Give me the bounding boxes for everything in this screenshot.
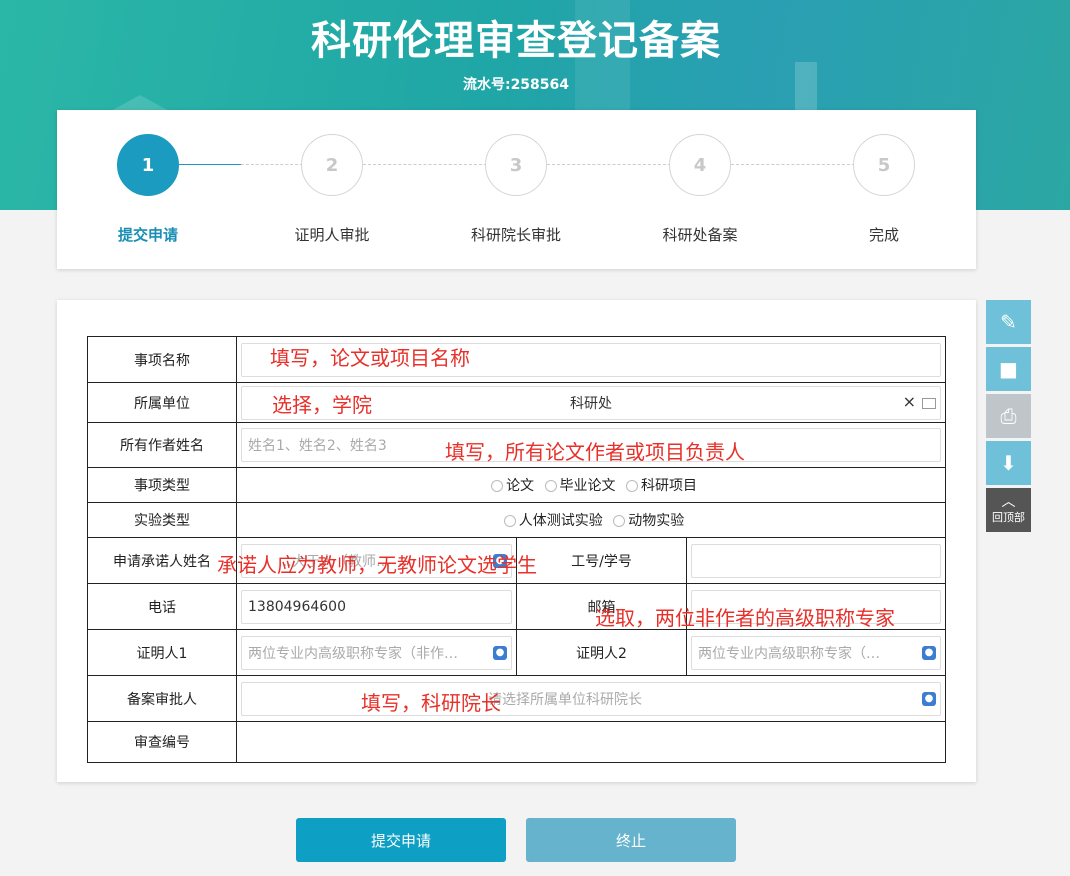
step-5-label: 完成 — [868, 226, 899, 244]
approver-placeholder: 请选择所属单位科研院长 — [488, 691, 642, 708]
item-name-input[interactable] — [241, 342, 942, 377]
applicant-placeholder: …大于人（教师… — [278, 553, 390, 570]
download-icon[interactable]: ⬇ — [986, 441, 1031, 485]
item-name-label: 事项名称 — [87, 336, 237, 383]
user-picker-icon[interactable]: ● — [493, 645, 507, 660]
review-no-label: 审查编号 — [87, 721, 237, 763]
witness1-label: 证明人1 — [87, 629, 237, 676]
applicant-input[interactable]: …大于人（教师… ● — [241, 543, 512, 578]
calendar-icon[interactable] — [922, 397, 937, 409]
staff-id-label: 工号/学号 — [516, 537, 687, 584]
submit-button[interactable]: 提交申请 — [296, 818, 506, 862]
unit-value: 科研处 — [570, 395, 613, 412]
stop-button[interactable]: 终止 — [526, 818, 736, 862]
step-connector — [731, 164, 855, 165]
review-no-value — [235, 721, 947, 763]
step-2-circle: 2 — [301, 134, 363, 196]
authors-placeholder: 姓名1、姓名2、姓名3 — [248, 438, 387, 454]
authors-input[interactable]: 姓名1、姓名2、姓名3 — [241, 428, 942, 462]
edit-icon[interactable]: ✎ — [986, 300, 1031, 344]
email-label: 邮箱 — [516, 583, 687, 630]
serial-number: 流水号:258564 — [462, 77, 570, 93]
step-connector — [179, 164, 241, 165]
phone-value: 13804964600 — [248, 598, 346, 615]
approver-label: 备案审批人 — [87, 675, 237, 722]
print-icon[interactable]: ⎙ — [986, 394, 1031, 438]
step-5-circle: 5 — [853, 134, 915, 196]
item-type-label: 事项类型 — [87, 467, 237, 503]
user-picker-icon[interactable]: ● — [493, 553, 507, 568]
step-2-label: 证明人审批 — [294, 226, 370, 244]
step-4-label: 科研处备案 — [662, 226, 738, 244]
progress-steps: 1 2 3 4 5 提交申请 证明人审批 科研院长审批 科研处备案 完成 — [57, 110, 976, 269]
user-picker-icon[interactable]: ● — [922, 691, 937, 706]
step-3-label: 科研院长审批 — [470, 226, 561, 244]
approver-input[interactable]: 请选择所属单位科研院长 ● — [241, 681, 942, 716]
back-to-top-label: 回顶部 — [992, 511, 1025, 524]
save-icon[interactable]: ■ — [986, 347, 1031, 391]
email-input[interactable] — [691, 589, 942, 624]
option-project: 科研项目 — [640, 478, 697, 494]
radio-thesis[interactable] — [544, 480, 557, 492]
unit-label: 所属单位 — [87, 382, 237, 423]
option-paper: 论文 — [506, 478, 535, 494]
step-connector — [241, 164, 303, 165]
staff-id-input[interactable] — [691, 543, 942, 578]
witness2-placeholder: 两位专业内高级职称专家（… — [698, 645, 880, 662]
step-1-circle: 1 — [117, 134, 179, 196]
form-table: 事项名称 所属单位 科研处 × 所有作者姓名 姓名1、姓名2、姓名3 事项类型 … — [87, 336, 947, 763]
chevron-up-icon: ︿ — [1001, 494, 1016, 510]
step-4-circle: 4 — [669, 134, 731, 196]
step-1-label: 提交申请 — [117, 226, 178, 244]
step-connector — [363, 164, 487, 165]
authors-label: 所有作者姓名 — [87, 422, 237, 468]
radio-paper[interactable] — [491, 480, 504, 492]
side-toolbar: ✎ ■ ⎙ ⬇ ︿ 回顶部 — [986, 300, 1031, 535]
user-picker-icon[interactable]: ● — [922, 645, 937, 660]
radio-animal[interactable] — [613, 515, 626, 527]
radio-project[interactable] — [625, 480, 638, 492]
option-animal: 动物实验 — [628, 513, 685, 529]
option-human: 人体测试实验 — [518, 513, 603, 529]
back-to-top-button[interactable]: ︿ 回顶部 — [986, 488, 1031, 532]
registration-form: 事项名称 所属单位 科研处 × 所有作者姓名 姓名1、姓名2、姓名3 事项类型 … — [57, 300, 976, 782]
step-3-circle: 3 — [485, 134, 547, 196]
witness1-input[interactable]: 两位专业内高级职称专家（非作… ● — [241, 635, 512, 670]
witness1-placeholder: 两位专业内高级职称专家（非作… — [248, 645, 458, 662]
witness2-input[interactable]: 两位专业内高级职称专家（… ● — [691, 635, 942, 670]
phone-input[interactable]: 13804964600 — [241, 589, 512, 624]
unit-select[interactable]: 科研处 × — [241, 385, 942, 420]
step-connector — [547, 164, 671, 165]
radio-human[interactable] — [503, 515, 516, 527]
page-title: 科研伦理审查登记备案 — [311, 18, 721, 64]
witness2-label: 证明人2 — [516, 629, 687, 676]
clear-icon[interactable]: × — [903, 392, 916, 411]
exp-type-label: 实验类型 — [87, 502, 237, 538]
phone-label: 电话 — [87, 583, 237, 630]
applicant-label: 申请承诺人姓名 — [87, 537, 237, 584]
option-thesis: 毕业论文 — [559, 478, 616, 494]
